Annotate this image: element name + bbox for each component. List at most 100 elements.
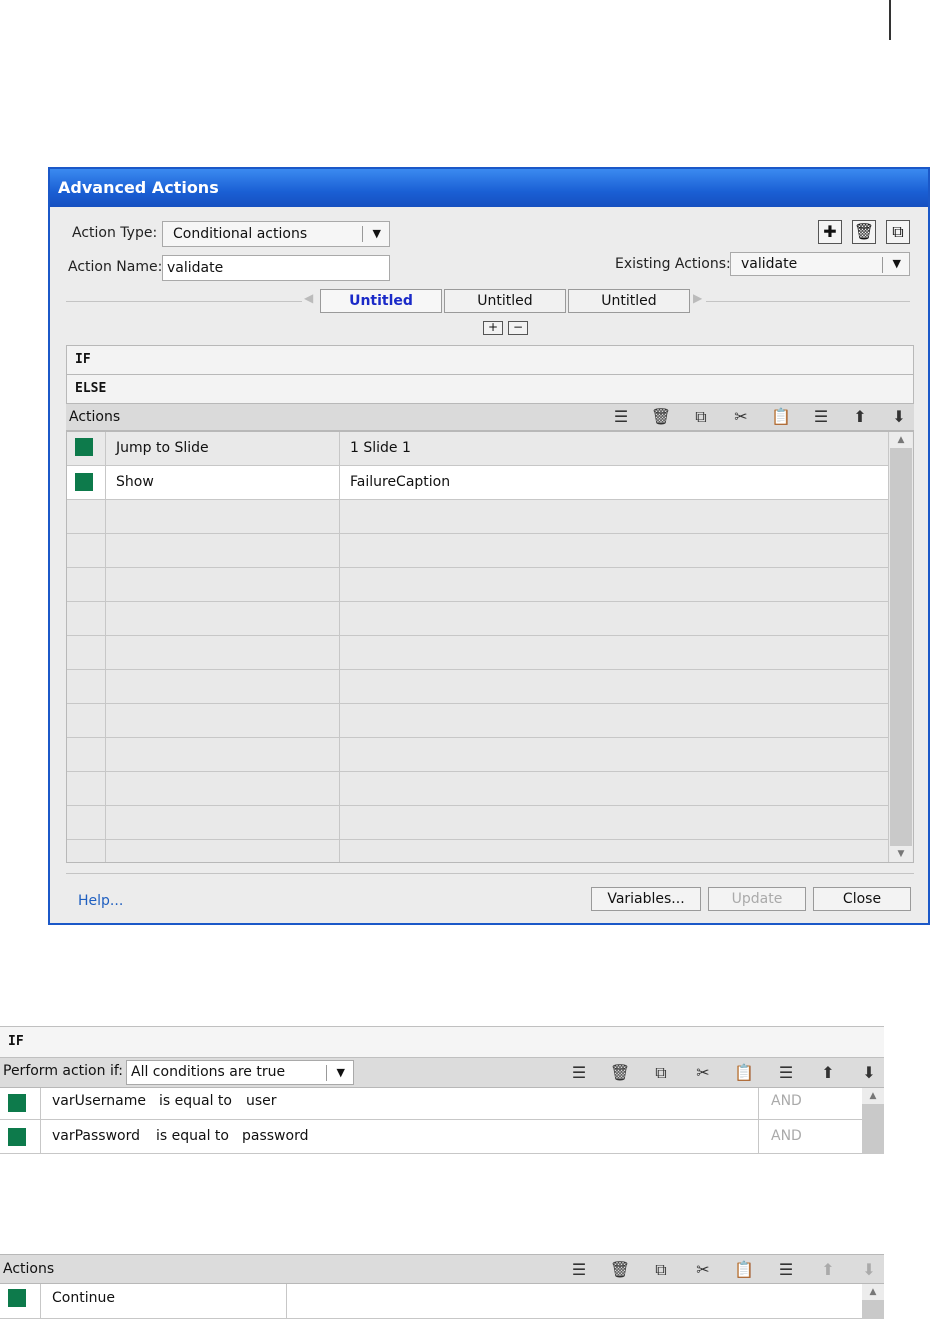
table-row[interactable] (67, 602, 889, 636)
help-link[interactable]: Help... (78, 893, 123, 909)
insert-row-icon[interactable]: ☰ (610, 407, 632, 426)
table-row[interactable] (67, 772, 889, 806)
scroll-down-icon[interactable]: ▼ (890, 846, 912, 862)
action-type-select[interactable]: Conditional actions ▼ (162, 221, 390, 247)
page-margin-rule (889, 0, 891, 40)
update-button[interactable]: Update (708, 887, 806, 911)
existing-actions-value: validate (741, 256, 798, 272)
select-separator (362, 226, 363, 242)
action-name-input[interactable]: validate (162, 255, 390, 281)
remove-decision-button[interactable]: − (508, 321, 528, 335)
cut-icon[interactable]: ✂ (692, 1063, 714, 1082)
scroll-up-icon[interactable]: ▲ (862, 1284, 884, 1300)
actions-label: Actions (69, 409, 121, 425)
paste-icon[interactable]: 📋 (733, 1063, 755, 1082)
move-down-icon[interactable]: ⬇ (858, 1063, 880, 1082)
table-row[interactable]: Jump to Slide 1 Slide 1 (67, 432, 889, 466)
trash-icon[interactable]: 🗑 (609, 1260, 631, 1279)
paste-icon[interactable]: 📋 (770, 407, 792, 426)
tab-decision-2[interactable]: Untitled (444, 289, 566, 313)
scroll-up-icon[interactable]: ▲ (862, 1088, 884, 1104)
insert-below-icon[interactable]: ☰ (810, 407, 832, 426)
tab-decision-1[interactable]: Untitled (320, 289, 442, 313)
perform-action-label: Perform action if: (3, 1063, 123, 1079)
delete-action-button[interactable]: 🗑 (852, 220, 876, 244)
condition-operator[interactable]: is equal to (156, 1128, 229, 1144)
status-cell (67, 432, 106, 465)
table-row[interactable] (67, 704, 889, 738)
plus-icon: ✚ (823, 222, 837, 241)
action-name[interactable]: Continue (52, 1290, 115, 1306)
add-decision-button[interactable]: + (483, 321, 503, 335)
conditions-scrollbar[interactable]: ▲ (862, 1088, 884, 1154)
insert-below-icon[interactable]: ☰ (775, 1260, 797, 1279)
chevron-down-icon: ▼ (336, 1066, 345, 1079)
table-row[interactable] (67, 568, 889, 602)
move-down-icon[interactable]: ⬇ (888, 407, 910, 426)
chevron-down-icon: ▼ (892, 257, 901, 270)
existing-actions-label: Existing Actions: (615, 256, 731, 272)
cut-icon[interactable]: ✂ (692, 1260, 714, 1279)
scroll-up-icon[interactable]: ▲ (890, 432, 912, 448)
table-row[interactable] (67, 840, 889, 862)
table-row[interactable] (67, 806, 889, 840)
table-row[interactable]: Show FailureCaption (67, 466, 889, 500)
status-cell (67, 466, 106, 499)
perform-condition-select[interactable]: All conditions are true ▼ (126, 1060, 354, 1085)
trash-icon[interactable]: 🗑 (650, 407, 672, 426)
condition-row[interactable]: varUsername is equal to user AND (0, 1088, 862, 1120)
move-up-icon[interactable]: ⬆ (849, 407, 871, 426)
condition-value[interactable]: password (242, 1128, 308, 1144)
insert-row-icon[interactable]: ☰ (568, 1260, 590, 1279)
cut-icon[interactable]: ✂ (730, 407, 752, 426)
table-row[interactable] (67, 636, 889, 670)
action-row[interactable]: Continue (0, 1284, 862, 1319)
add-action-button[interactable]: ✚ (818, 220, 842, 244)
condition-variable[interactable]: varPassword (52, 1128, 140, 1144)
select-separator (882, 257, 883, 273)
insert-row-icon[interactable]: ☰ (568, 1063, 590, 1082)
move-up-icon[interactable]: ⬆ (817, 1063, 839, 1082)
target-cell[interactable]: FailureCaption (340, 466, 889, 499)
condition-value[interactable]: user (246, 1093, 277, 1109)
copy-icon[interactable]: ⧉ (650, 1063, 672, 1083)
if-section-bar[interactable]: IF (66, 345, 914, 375)
condition-operator[interactable]: is equal to (159, 1093, 232, 1109)
actions-scrollbar[interactable]: ▲ ▼ (890, 432, 912, 862)
actions-panel-scrollbar[interactable]: ▲ (862, 1284, 884, 1319)
table-row[interactable] (67, 534, 889, 568)
action-cell[interactable]: Show (106, 466, 340, 499)
else-section-bar[interactable]: ELSE (66, 374, 914, 404)
existing-actions-select[interactable]: validate ▼ (730, 252, 910, 276)
tab-scroll-right-icon[interactable]: ▶ (693, 291, 702, 305)
table-row[interactable] (67, 738, 889, 772)
insert-below-icon[interactable]: ☰ (775, 1063, 797, 1082)
move-down-icon[interactable]: ⬇ (858, 1260, 880, 1279)
footer-divider (66, 873, 914, 874)
variables-button[interactable]: Variables... (591, 887, 701, 911)
target-cell[interactable]: 1 Slide 1 (340, 432, 889, 465)
tab-scroll-left-icon[interactable]: ◀ (304, 291, 313, 305)
table-row[interactable] (67, 670, 889, 704)
move-up-icon[interactable]: ⬆ (817, 1260, 839, 1279)
table-row[interactable] (67, 500, 889, 534)
close-button[interactable]: Close (813, 887, 911, 911)
condition-row[interactable]: varPassword is equal to password AND (0, 1120, 862, 1154)
minus-icon: − (512, 320, 524, 334)
action-cell[interactable]: Jump to Slide (106, 432, 340, 465)
if-panel-bar[interactable]: IF (0, 1026, 884, 1058)
actions-grid: Jump to Slide 1 Slide 1 Show FailureCapt… (66, 431, 914, 863)
status-square (8, 1289, 26, 1307)
action-type-value: Conditional actions (173, 226, 308, 242)
copy-icon[interactable]: ⧉ (690, 407, 712, 427)
copy-icon[interactable]: ⧉ (650, 1260, 672, 1280)
duplicate-icon: ⧉ (892, 222, 904, 241)
tab-decision-3[interactable]: Untitled (568, 289, 690, 313)
condition-join[interactable]: AND (771, 1128, 802, 1144)
tab-divider-right (706, 301, 910, 302)
condition-join[interactable]: AND (771, 1093, 802, 1109)
paste-icon[interactable]: 📋 (733, 1260, 755, 1279)
trash-icon[interactable]: 🗑 (609, 1063, 631, 1082)
duplicate-action-button[interactable]: ⧉ (886, 220, 910, 244)
condition-variable[interactable]: varUsername (52, 1093, 146, 1109)
